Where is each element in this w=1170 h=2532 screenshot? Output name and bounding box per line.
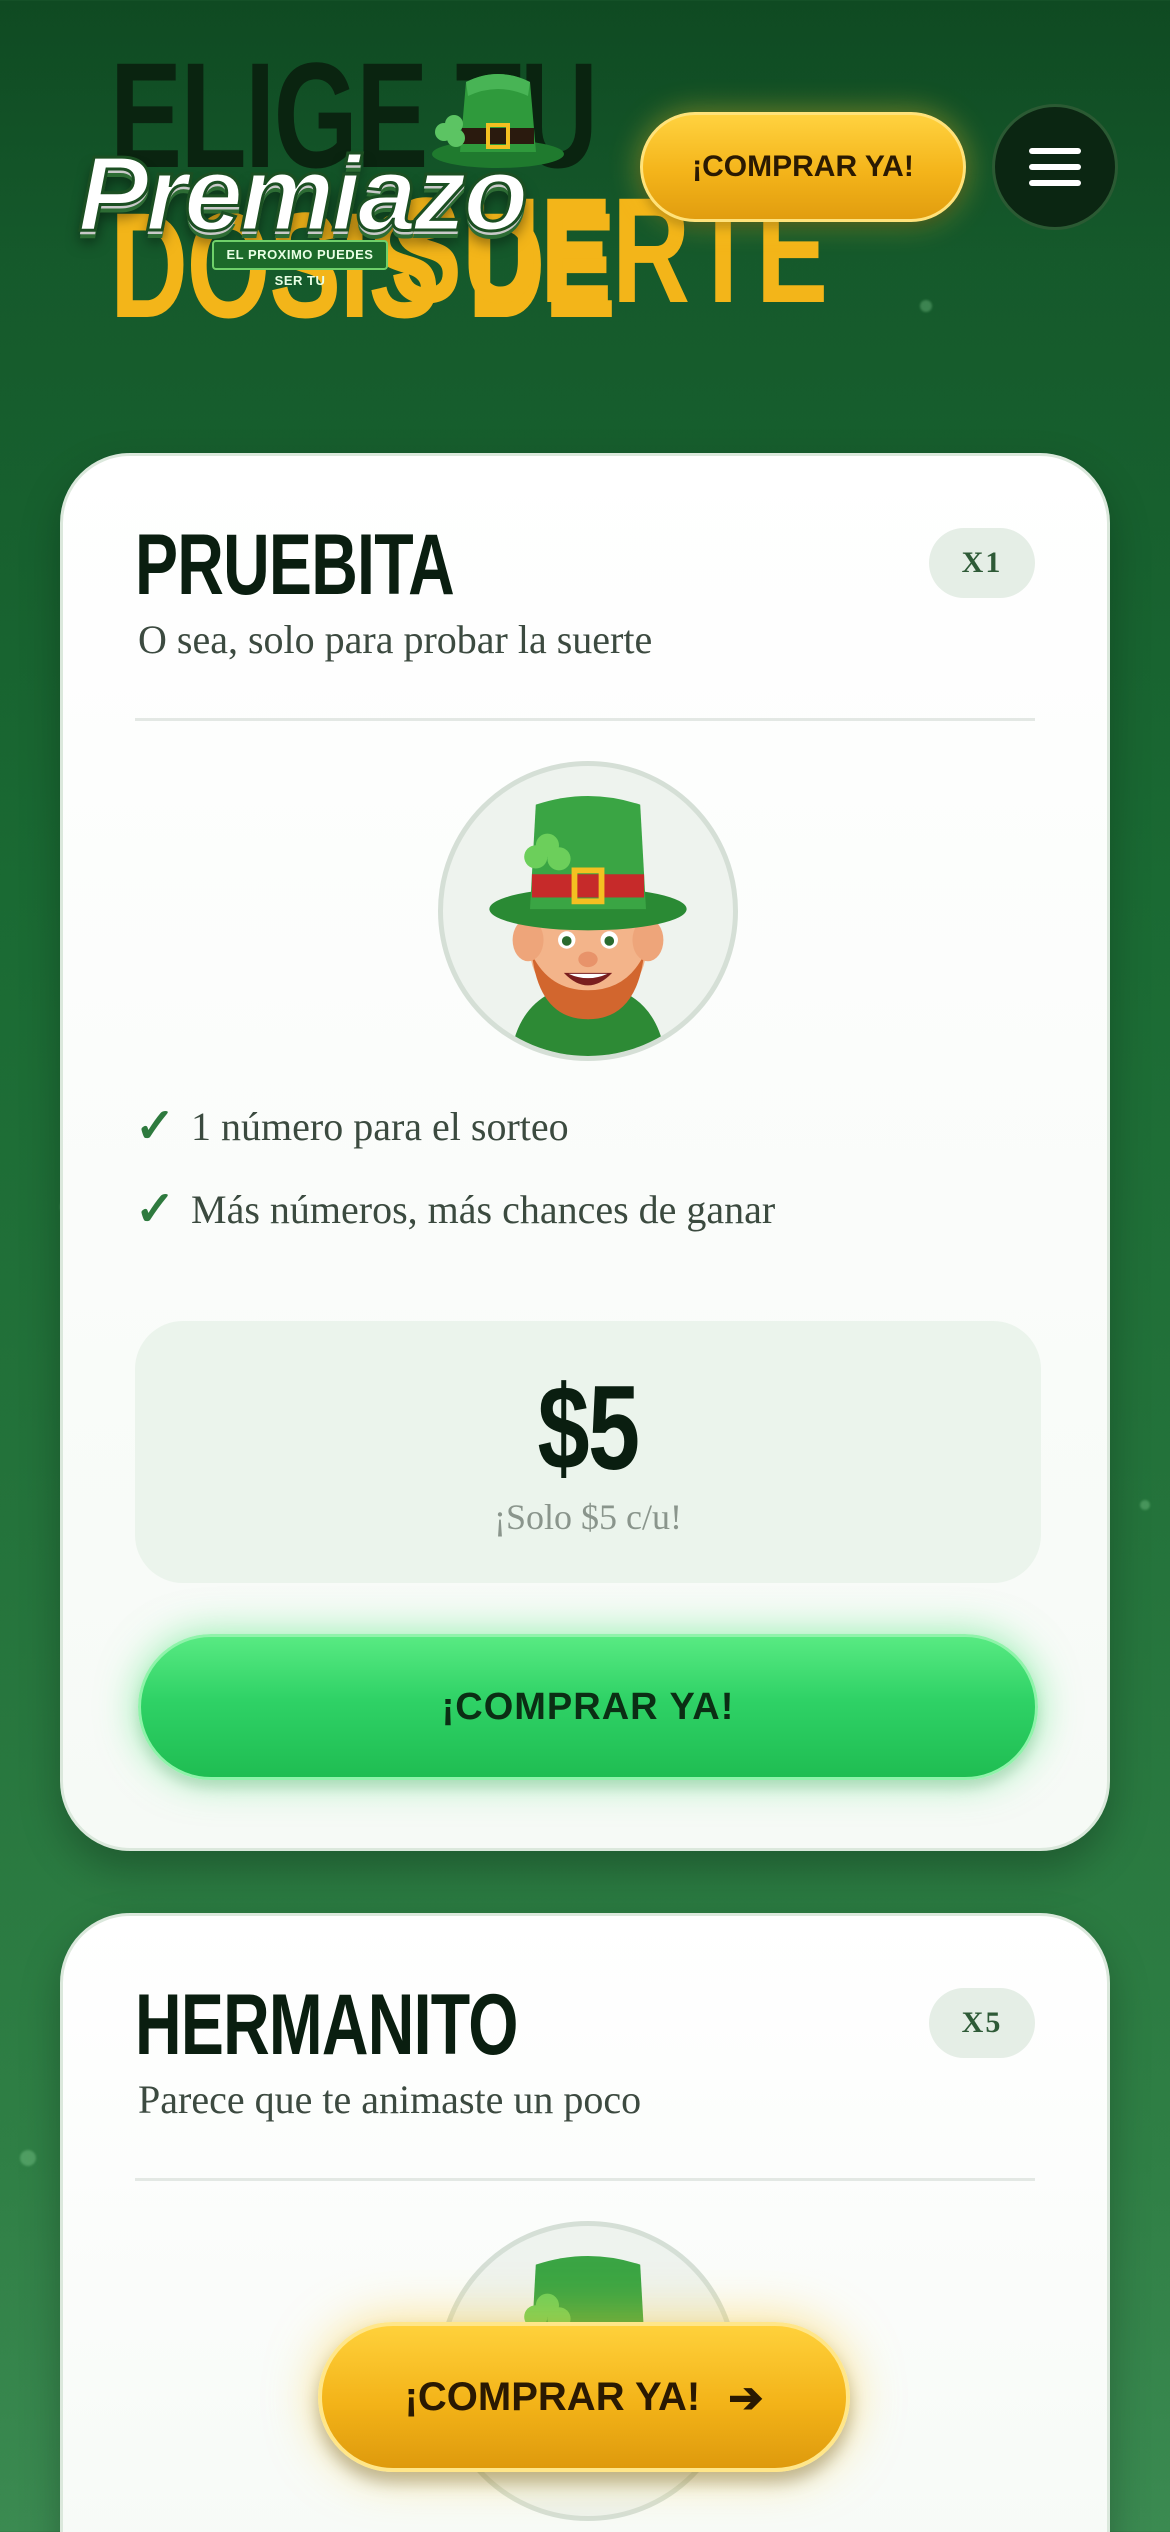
feature-text: Más números, más chances de ganar	[191, 1186, 776, 1232]
divider	[135, 2178, 1035, 2181]
background-sparkle	[920, 300, 932, 312]
plan-name: HERMANITO	[135, 1977, 518, 2073]
arrow-right-icon: ➔	[728, 2373, 764, 2421]
hamburger-menu-icon	[1029, 180, 1081, 186]
price-value: $5	[537, 1361, 640, 1495]
floating-buy-label: ¡COMPRAR YA!	[404, 2374, 701, 2419]
feature-item: ✓ 1 número para el sorteo	[135, 1096, 569, 1156]
leprechaun-illustration	[489, 795, 687, 1056]
header-buy-button[interactable]: ¡COMPRAR YA!	[640, 112, 966, 222]
feature-item: ✓ Más números, más chances de ganar	[135, 1179, 775, 1239]
plan-quantity-badge: X1	[929, 528, 1035, 598]
hamburger-menu-icon	[1029, 164, 1081, 170]
hamburger-menu-icon	[1029, 148, 1081, 154]
floating-buy-button[interactable]: ¡COMPRAR YA! ➔	[318, 2322, 850, 2472]
leprechaun-avatar	[438, 761, 738, 1061]
logo-tagline: EL PROXIMO PUEDES SER TU	[212, 240, 388, 288]
price-note: ¡Solo $5 c/u!	[494, 1497, 682, 1537]
background-sparkle	[1140, 1500, 1150, 1510]
feature-text: 1 número para el sorteo	[191, 1103, 569, 1149]
hamburger-menu-button[interactable]	[992, 104, 1118, 230]
plan-buy-button[interactable]: ¡COMPRAR YA!	[138, 1634, 1038, 1780]
checkmark-icon: ✓	[135, 1183, 176, 1236]
premiazo-logo[interactable]: Premiazo EL PROXIMO PUEDES SER TU	[76, 62, 564, 288]
plan-card-pruebita: PRUEBITA O sea, solo para probar la suer…	[60, 453, 1110, 1851]
plan-name: PRUEBITA	[135, 517, 455, 613]
background-sparkle	[20, 2150, 36, 2166]
logo-text: Premiazo	[76, 134, 529, 255]
plan-subtitle: O sea, solo para probar la suerte	[138, 617, 653, 662]
plan-subtitle: Parece que te animaste un poco	[138, 2077, 642, 2122]
divider	[135, 718, 1035, 721]
checkmark-icon: ✓	[135, 1100, 176, 1153]
price-box: $5 ¡Solo $5 c/u!	[135, 1321, 1041, 1583]
plan-quantity-badge: X5	[929, 1988, 1035, 2058]
